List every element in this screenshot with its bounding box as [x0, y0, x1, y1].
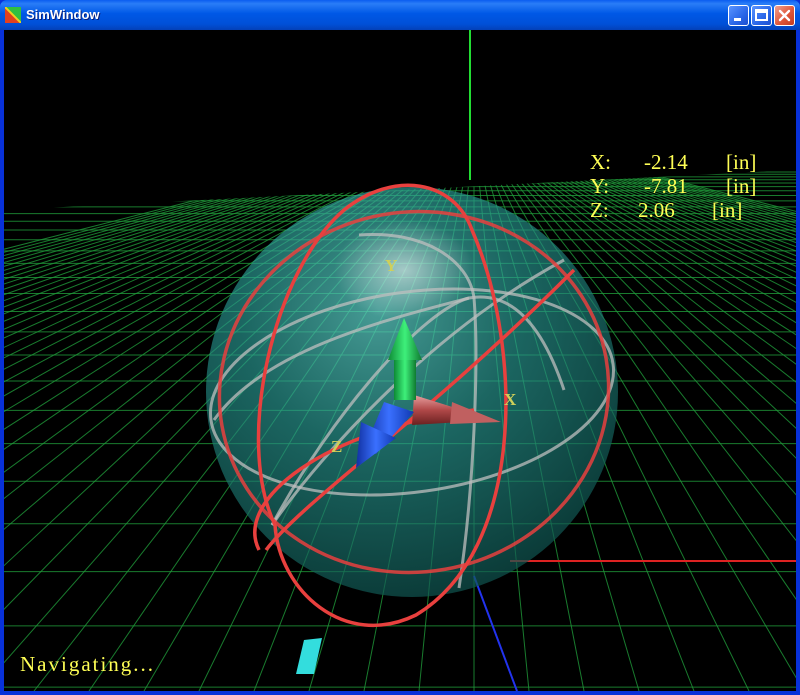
close-icon — [778, 9, 791, 22]
status-text: Navigating... — [20, 652, 156, 676]
x-unit: [in] — [726, 150, 757, 174]
z-value: 2.06 — [638, 198, 675, 222]
x-label: X: — [590, 150, 611, 174]
z-unit: [in] — [712, 198, 743, 222]
window-title: SimWindow — [26, 7, 100, 22]
gizmo-z-label: Z — [331, 437, 343, 456]
minimize-icon — [734, 18, 741, 21]
scene-canvas[interactable] — [4, 30, 796, 691]
world-z-axis — [473, 575, 518, 691]
y-label: Y: — [590, 174, 610, 198]
3d-viewport[interactable]: Y X Z X: -2.14 [in] Y: -7.81 [in] Z: 2.0… — [4, 30, 796, 691]
x-value: -2.14 — [644, 150, 688, 174]
maximize-icon — [755, 9, 768, 21]
app-window: SimWindow Y X Z X: -2.14 [in] Y: -7.81 [… — [0, 0, 800, 695]
y-value: -7.81 — [644, 174, 688, 198]
maximize-button[interactable] — [751, 5, 772, 26]
y-unit: [in] — [726, 174, 757, 198]
gizmo-y-label: Y — [385, 256, 398, 275]
close-button[interactable] — [774, 5, 795, 26]
z-label: Z: — [590, 198, 609, 222]
title-bar[interactable]: SimWindow — [0, 0, 800, 30]
minimize-button[interactable] — [728, 5, 749, 26]
gizmo-x-label: X — [504, 390, 517, 409]
cursor-marker-icon — [296, 638, 322, 674]
app-icon — [4, 6, 22, 24]
